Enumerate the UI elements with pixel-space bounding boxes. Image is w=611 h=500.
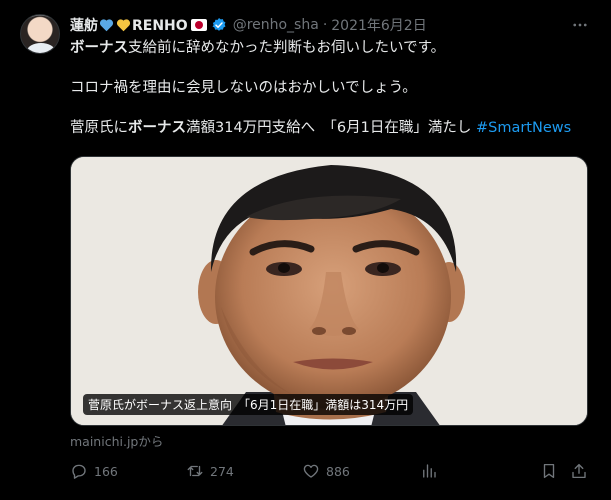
retweet-button[interactable]: 274 [186,459,234,483]
tweet-line-1: ボーナス支給前に辞めなかった判断もお伺いしたいです。 [70,38,595,58]
tweet-line-3: 菅原氏にボーナス満額314万円支給へ 「6月1日在職」満たし #SmartNew… [70,118,595,138]
hashtag-link[interactable]: #SmartNews [476,120,571,136]
bold-bonus-text-2: ボーナス [128,120,186,136]
yellow-heart-icon [116,19,131,32]
display-name-suffix: RENHO [132,18,188,34]
line-3-text: 満額314万円支給へ 「6月1日在職」満たし [186,120,476,136]
more-dots-icon [573,23,587,27]
tweet-date[interactable]: 2021年6月2日 [331,15,426,35]
line-3-prefix: 菅原氏に [70,120,128,136]
tweet-line-2: コロナ禍を理由に会見しないのはおかしいでしょう。 [70,80,417,96]
bookmark-button[interactable] [540,459,558,483]
avatar[interactable] [20,14,60,54]
separator-dot: · [322,17,328,33]
like-button[interactable]: 886 [302,459,350,483]
card-source[interactable]: mainichi.jpから [70,431,163,450]
line-1-text: 支給前に辞めなかった判断もお伺いしたいです。 [128,40,446,56]
views-button[interactable] [420,459,438,483]
retweet-count: 274 [210,463,234,479]
bold-bonus-text: ボーナス [70,40,128,56]
share-button[interactable] [570,459,588,483]
bookmark-icon [543,463,555,479]
heart-icon [303,464,319,478]
tweet-header: 蓮舫 RENHO @renho_sha · 2021年6月2日 [70,14,591,36]
reply-icon [72,464,86,479]
action-bar: 166 274 886 [70,459,590,483]
japan-flag-icon [190,19,207,31]
reply-button[interactable]: 166 [70,459,118,483]
user-handle[interactable]: @renho_sha [233,17,319,33]
tweet-text: ボーナス支給前に辞めなかった判断もお伺いしたいです。 コロナ禍を理由に会見しない… [70,38,595,138]
views-chart-icon [423,464,436,478]
share-icon [572,463,586,479]
card-caption: 菅原氏がボーナス返上意向 「6月1日在職」満額は314万円 [83,394,414,415]
more-options-button[interactable] [569,14,591,36]
blue-heart-icon [99,19,114,32]
reply-count: 166 [94,463,118,479]
like-count: 886 [326,463,350,479]
retweet-icon [187,465,203,477]
tweet: 蓮舫 RENHO @renho_sha · 2021年6月2日 ボーナス支給前に辞… [0,0,611,500]
verified-badge-icon [212,18,226,31]
portrait-photo [71,157,587,425]
link-card[interactable]: 菅原氏がボーナス返上意向 「6月1日在職」満額は314万円 [70,156,588,426]
display-name[interactable]: 蓮舫 RENHO [70,15,207,35]
display-name-text: 蓮舫 [70,18,98,34]
